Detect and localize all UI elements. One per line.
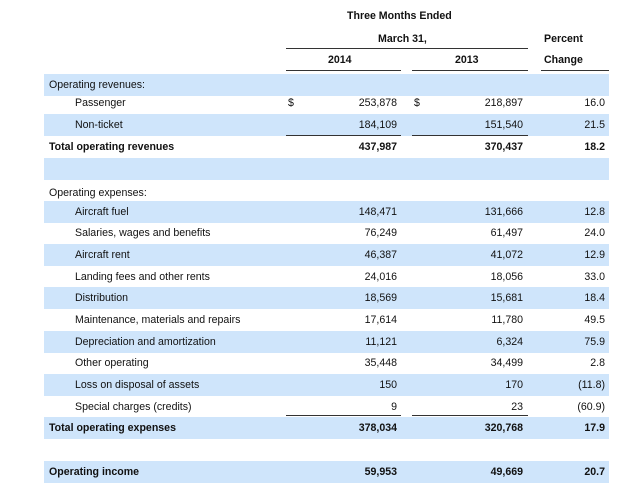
table-row: Non-ticket 184,109 151,540 21.5 (44, 114, 609, 136)
value-2014: 17,614 (364, 314, 397, 326)
table-row: Operating income 59,953 49,669 20.7 (44, 461, 609, 483)
column-header-rule-2013 (412, 70, 528, 71)
value-2014: 35,448 (364, 357, 397, 369)
row-label: Salaries, wages and benefits (75, 227, 211, 239)
value-2013: 11,780 (491, 314, 523, 326)
percent-change: 33.0 (584, 271, 605, 283)
column-header-2013: 2013 (455, 54, 479, 66)
period-header-line2: March 31, (378, 33, 427, 45)
percent-change: (11.8) (578, 379, 605, 391)
table-row: Other operating 35,448 34,499 2.8 (44, 352, 609, 374)
row-label: Total operating expenses (49, 422, 176, 434)
value-2013: 370,437 (484, 141, 523, 153)
row-label: Maintenance, materials and repairs (75, 314, 241, 326)
table-row: Salaries, wages and benefits 76,249 61,497… (44, 222, 609, 244)
table-row: Total operating expenses 378,034 320,768 17… (44, 417, 609, 439)
percent-header-line1: Percent (544, 33, 583, 45)
currency-symbol-2013: $ (414, 97, 420, 109)
percent-change: 20.7 (584, 466, 605, 478)
table-row: Total operating revenues 437,987 370,437 18… (44, 136, 609, 158)
percent-change: 75.9 (584, 336, 605, 348)
row-label: Distribution (75, 292, 128, 304)
currency-symbol-2014: $ (288, 97, 294, 109)
column-header-2014: 2014 (328, 54, 352, 66)
value-2014: 46,387 (364, 249, 397, 261)
value-2013: 170 (505, 379, 523, 391)
row-label: Depreciation and amortization (75, 336, 216, 348)
percent-change: 18.4 (584, 292, 605, 304)
value-2013: 41,072 (490, 249, 523, 261)
percent-change: 12.9 (584, 249, 605, 261)
table-row (44, 158, 609, 180)
row-label: Other operating (75, 357, 149, 369)
value-2013: 218,897 (484, 97, 523, 109)
value-2014: 150 (379, 379, 397, 391)
percent-change: 2.8 (590, 357, 605, 369)
row-label: Operating income (49, 466, 140, 478)
percent-change: 24.0 (584, 227, 605, 239)
percent-change: (60.9) (577, 401, 605, 413)
percent-change: 16.0 (584, 97, 605, 109)
period-header-rule (286, 48, 528, 49)
table-row (44, 440, 609, 462)
value-2014: 59,953 (364, 466, 397, 478)
value-2013: 49,669 (490, 466, 523, 478)
value-2014: 253,878 (358, 97, 397, 109)
row-label: Special charges (credits) (75, 401, 192, 413)
row-label: Passenger (75, 97, 126, 109)
value-2014: 148,471 (358, 206, 397, 218)
column-header-rule-2014 (286, 70, 401, 71)
row-label: Landing fees and other rents (75, 271, 210, 283)
subtotal-rule-revenue-2014 (286, 135, 401, 136)
subtotal-rule-expense-2013 (412, 415, 528, 416)
value-2014: 24,016 (364, 271, 397, 283)
value-2013: 18,056 (490, 271, 523, 283)
row-label: Non-ticket (75, 119, 123, 131)
percent-change: 17.9 (584, 422, 605, 434)
percent-header-rule (541, 70, 609, 71)
table-row: Depreciation and amortization 11,121 6,324… (44, 331, 609, 353)
value-2013: 61,497 (490, 227, 523, 239)
table-row: Aircraft fuel 148,471 131,666 12.8 (44, 201, 609, 223)
value-2013: 320,768 (484, 422, 523, 434)
value-2014: 378,034 (358, 422, 397, 434)
table-row: Landing fees and other rents 24,016 18,056… (44, 266, 609, 288)
value-2014: 18,569 (364, 292, 397, 304)
row-label: Total operating revenues (49, 141, 175, 153)
value-2014: 437,987 (358, 141, 397, 153)
subtotal-rule-expense-2014 (286, 415, 401, 416)
percent-header-line2: Change (544, 54, 583, 66)
value-2014: 11,121 (365, 336, 397, 348)
period-header-line1: Three Months Ended (347, 10, 452, 22)
percent-change: 12.8 (584, 206, 605, 218)
percent-change: 18.2 (584, 141, 605, 153)
table-row: Distribution 18,569 15,681 18.4 (44, 287, 609, 309)
percent-change: 49.5 (584, 314, 605, 326)
value-2014: 76,249 (364, 227, 397, 239)
value-2014: 184,109 (358, 119, 397, 131)
percent-change: 21.5 (584, 119, 605, 131)
subtotal-rule-revenue-2013 (412, 135, 528, 136)
value-2013: 6,324 (496, 336, 523, 348)
row-label: Loss on disposal of assets (75, 379, 200, 391)
value-2013: 151,540 (484, 119, 523, 131)
table-row: Loss on disposal of assets 150 170 (11.8) (44, 374, 609, 396)
row-label: Aircraft fuel (75, 206, 129, 218)
table-row: Maintenance, materials and repairs 17,614… (44, 309, 609, 331)
value-2013: 131,666 (484, 206, 523, 218)
value-2013: 15,681 (490, 292, 523, 304)
table-row: Aircraft rent 46,387 41,072 12.9 (44, 244, 609, 266)
table-row: Passenger $ $253,878 218,897 16.0 (44, 92, 609, 114)
row-label: Aircraft rent (75, 249, 130, 261)
value-2013: 34,499 (490, 357, 523, 369)
